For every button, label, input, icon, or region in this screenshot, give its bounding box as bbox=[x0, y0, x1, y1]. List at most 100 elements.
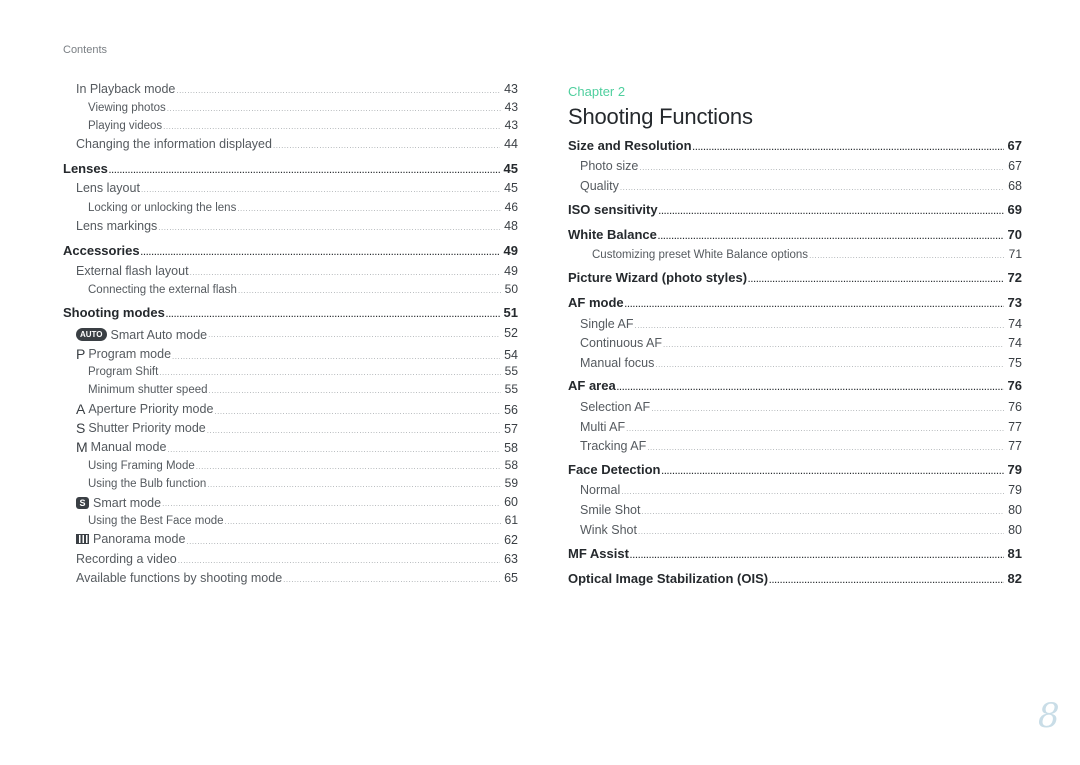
toc-section-entry[interactable]: MF Assist 81 bbox=[568, 546, 1022, 561]
toc-entry[interactable]: Recording a video 63 bbox=[63, 552, 518, 566]
toc-entry[interactable]: Lens layout 45 bbox=[63, 181, 518, 195]
toc-section-entry[interactable]: White Balance 70 bbox=[568, 227, 1022, 242]
toc-entry[interactable]: Continuous AF 74 bbox=[568, 336, 1022, 350]
toc-entry-label-wrap: Lenses bbox=[63, 161, 108, 176]
toc-entry-title: Tracking AF bbox=[580, 439, 647, 453]
toc-entry[interactable]: MManual mode 58 bbox=[63, 439, 518, 455]
toc-entry-title: Manual mode bbox=[90, 440, 167, 454]
toc-entry[interactable]: External flash layout 49 bbox=[63, 264, 518, 278]
toc-entry-label-wrap: Accessories bbox=[63, 243, 140, 258]
toc-entry-title: Using Framing Mode bbox=[88, 460, 195, 472]
toc-page-number: 43 bbox=[504, 118, 518, 132]
toc-subentry[interactable]: Locking or unlocking the lens 46 bbox=[63, 200, 518, 214]
toc-entry[interactable]: In Playback mode 43 bbox=[63, 82, 518, 96]
toc-page-number: 70 bbox=[1007, 227, 1022, 242]
toc-entry-title: Recording a video bbox=[76, 552, 177, 566]
toc-entry-label-wrap: MF Assist bbox=[568, 546, 629, 561]
dot-leader bbox=[647, 443, 1004, 452]
toc-entry-title: AF area bbox=[568, 378, 616, 393]
toc-section-entry[interactable]: AF area 76 bbox=[568, 378, 1022, 393]
dot-leader bbox=[109, 166, 500, 175]
toc-entry[interactable]: Manual focus 75 bbox=[568, 356, 1022, 370]
toc-entry-label-wrap: Single AF bbox=[580, 317, 634, 331]
toc-subentry[interactable]: Customizing preset White Balance options… bbox=[568, 247, 1022, 261]
toc-entry-title: Optical Image Stabilization (OIS) bbox=[568, 571, 769, 586]
toc-entry[interactable]: Panorama mode 62 bbox=[63, 532, 518, 547]
toc-section-entry[interactable]: Size and Resolution 67 bbox=[568, 138, 1022, 153]
toc-entry-title: Photo size bbox=[580, 159, 639, 173]
toc-entry[interactable]: Single AF 74 bbox=[568, 317, 1022, 331]
dot-leader bbox=[273, 141, 500, 150]
dot-leader bbox=[693, 143, 1004, 152]
manual-mode-icon: M bbox=[76, 439, 88, 455]
toc-section-entry[interactable]: Accessories 49 bbox=[63, 243, 518, 258]
toc-entry-label-wrap: S Shutter Priority mode bbox=[76, 420, 206, 436]
toc-section-entry[interactable]: Picture Wizard (photo styles) 72 bbox=[568, 270, 1022, 285]
toc-entry-title: Smile Shot bbox=[580, 503, 641, 517]
toc-entry[interactable]: Smile Shot 80 bbox=[568, 503, 1022, 517]
dot-leader bbox=[166, 310, 500, 319]
toc-subentry[interactable]: Playing videos 43 bbox=[63, 118, 518, 132]
toc-page-number: 46 bbox=[504, 200, 518, 214]
toc-entry[interactable]: AUTOSmart Auto mode 52 bbox=[63, 326, 518, 342]
toc-subentry[interactable]: Using the Best Face mode 61 bbox=[63, 513, 518, 527]
toc-subentry[interactable]: Connecting the external flash 50 bbox=[63, 282, 518, 296]
dot-leader bbox=[186, 537, 500, 546]
toc-subentry[interactable]: Using the Bulb function 59 bbox=[63, 476, 518, 490]
toc-section-entry[interactable]: Lenses 45 bbox=[63, 161, 518, 176]
toc-page-number: 45 bbox=[504, 181, 518, 195]
toc-section-entry[interactable]: Shooting modes 51 bbox=[63, 305, 518, 320]
toc-page-number: 55 bbox=[504, 382, 518, 396]
toc-entry-label-wrap: AF mode bbox=[568, 295, 624, 310]
toc-entry-title: Using the Best Face mode bbox=[88, 515, 224, 527]
toc-page-number: 69 bbox=[1007, 202, 1022, 217]
toc-entry-label-wrap: Tracking AF bbox=[580, 439, 646, 453]
toc-entry-label-wrap: Recording a video bbox=[76, 552, 177, 566]
toc-entry[interactable]: Multi AF 77 bbox=[568, 420, 1022, 434]
toc-entry-label-wrap: Using Framing Mode bbox=[88, 460, 195, 472]
toc-subentry[interactable]: Viewing photos 43 bbox=[63, 100, 518, 114]
toc-entry[interactable]: Available functions by shooting mode 65 bbox=[63, 571, 518, 585]
toc-section-entry[interactable]: ISO sensitivity 69 bbox=[568, 202, 1022, 217]
toc-page-number: 45 bbox=[503, 161, 518, 176]
dot-leader bbox=[621, 487, 1004, 496]
toc-entry[interactable]: Quality 68 bbox=[568, 179, 1022, 193]
toc-section-entry[interactable]: Face Detection 79 bbox=[568, 462, 1022, 477]
toc-page-number: 77 bbox=[1008, 420, 1022, 434]
toc-entry[interactable]: Normal 79 bbox=[568, 483, 1022, 497]
toc-entry[interactable]: SShutter Priority mode 57 bbox=[63, 420, 518, 436]
toc-entry-label-wrap: Multi AF bbox=[580, 420, 625, 434]
toc-entry-label-wrap: Panorama mode bbox=[76, 532, 185, 546]
toc-section-entry[interactable]: AF mode 73 bbox=[568, 295, 1022, 310]
toc-page-number: 80 bbox=[1008, 523, 1022, 537]
toc-subentry[interactable]: Minimum shutter speed 55 bbox=[63, 382, 518, 396]
toc-entry-title: Connecting the external flash bbox=[88, 284, 237, 296]
toc-entry[interactable]: AAperture Priority mode 56 bbox=[63, 401, 518, 417]
toc-subentry[interactable]: Using Framing Mode 58 bbox=[63, 458, 518, 472]
dot-leader bbox=[207, 426, 500, 435]
toc-page-number: 54 bbox=[504, 348, 518, 362]
toc-entry[interactable]: Photo size 67 bbox=[568, 159, 1022, 173]
toc-entry-label-wrap: Picture Wizard (photo styles) bbox=[568, 270, 747, 285]
toc-section-entry[interactable]: Optical Image Stabilization (OIS) 82 bbox=[568, 571, 1022, 586]
toc-entry-label-wrap: Viewing photos bbox=[88, 102, 166, 114]
toc-entry[interactable]: S Smart mode 60 bbox=[63, 495, 518, 510]
toc-subentry[interactable]: Program Shift 55 bbox=[63, 364, 518, 378]
toc-entry[interactable]: Changing the information displayed 44 bbox=[63, 137, 518, 151]
toc-entry[interactable]: Wink Shot 80 bbox=[568, 523, 1022, 537]
toc-entry[interactable]: Lens markings 48 bbox=[63, 219, 518, 233]
dot-leader bbox=[655, 360, 1004, 369]
page-number: 8 bbox=[1038, 696, 1060, 736]
dot-leader bbox=[625, 300, 1004, 309]
toc-entry-title: ISO sensitivity bbox=[568, 202, 658, 217]
toc-page-number: 44 bbox=[504, 137, 518, 151]
toc-entry[interactable]: PProgram mode 54 bbox=[63, 346, 518, 362]
toc-entry[interactable]: Tracking AF 77 bbox=[568, 439, 1022, 453]
toc-page-number: 73 bbox=[1007, 295, 1022, 310]
toc-page-number: 56 bbox=[504, 403, 518, 417]
toc-page-number: 81 bbox=[1007, 546, 1022, 561]
toc-entry-label-wrap: P Program mode bbox=[76, 346, 171, 362]
toc-entry[interactable]: Selection AF 76 bbox=[568, 400, 1022, 414]
toc-entry-title: Viewing photos bbox=[88, 102, 166, 114]
dot-leader bbox=[663, 340, 1004, 349]
